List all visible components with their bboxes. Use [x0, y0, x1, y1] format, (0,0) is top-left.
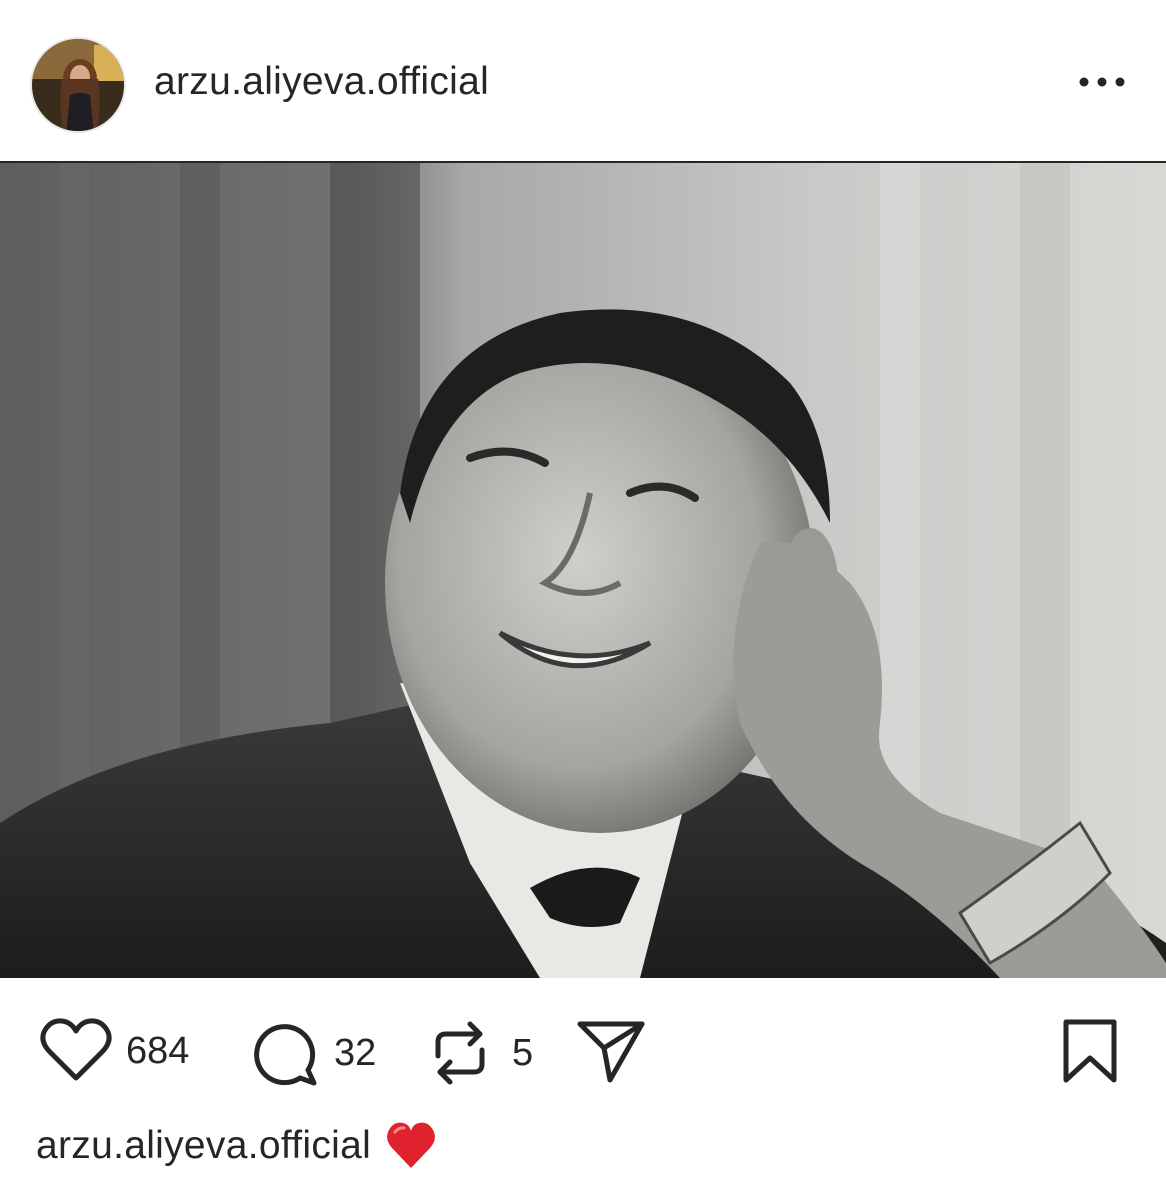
comment-button[interactable]: 32: [250, 1018, 376, 1088]
more-options-button[interactable]: [1070, 58, 1134, 106]
comment-bubble-icon: [254, 1024, 317, 1086]
like-count[interactable]: 684: [126, 1029, 189, 1073]
heart-outline-icon: [40, 1018, 112, 1081]
post-actions: 684 32 5: [0, 978, 1166, 1128]
comment-count[interactable]: 32: [334, 1031, 376, 1075]
paper-plane-icon: [577, 1021, 645, 1083]
like-button[interactable]: 684: [40, 1018, 189, 1084]
repost-arrows-icon: [435, 1021, 485, 1085]
repost-count[interactable]: 5: [512, 1031, 533, 1075]
post-caption: arzu.aliyeva.official: [36, 1120, 437, 1172]
portrait-photo: [0, 163, 1166, 978]
post-image[interactable]: [0, 163, 1166, 978]
caption-username[interactable]: arzu.aliyeva.official: [36, 1120, 371, 1172]
post-username[interactable]: arzu.aliyeva.official: [154, 58, 489, 106]
profile-avatar[interactable]: [30, 37, 126, 133]
avatar-image: [32, 39, 124, 131]
share-button[interactable]: [576, 1018, 646, 1084]
more-horizontal-icon: [1079, 77, 1125, 87]
post-header: arzu.aliyeva.official: [0, 0, 1166, 163]
repost-button[interactable]: 5: [428, 1018, 533, 1088]
bookmark-icon: [1063, 1019, 1117, 1083]
save-button[interactable]: [1060, 1018, 1120, 1084]
red-heart-emoji: [387, 1122, 436, 1168]
